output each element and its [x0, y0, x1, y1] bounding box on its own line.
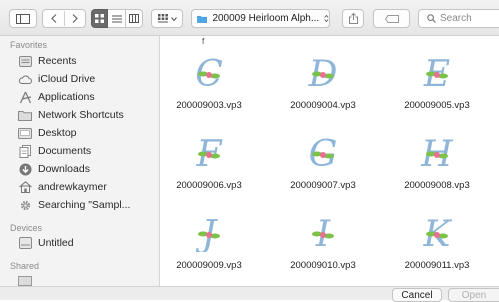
folder-icon	[18, 108, 32, 122]
share-icon	[348, 13, 358, 24]
file-item-f[interactable]: F 200009006.vp3	[164, 132, 254, 202]
shared-item-icon[interactable]	[18, 276, 32, 286]
dialog-button-bar: Cancel Open	[0, 286, 499, 302]
embroidery-thumbnail: H	[420, 134, 453, 172]
embroidery-thumbnail: G	[309, 134, 338, 172]
icon-view-button[interactable]	[91, 9, 108, 28]
sidebar-item-network-shortcuts[interactable]: Network Shortcuts	[18, 107, 124, 123]
tag-icon	[384, 14, 399, 23]
forward-button[interactable]	[64, 14, 85, 23]
file-name: 200009007.vp3	[290, 180, 356, 191]
desktop-folder-icon	[18, 126, 32, 140]
sidebar-item-label: iCloud Drive	[38, 73, 96, 85]
tags-button[interactable]	[373, 9, 410, 28]
sidebar-item-desktop[interactable]: Desktop	[18, 125, 77, 141]
sidebar-item-label: andrewkaymer	[38, 181, 107, 193]
sidebar-item-label: Documents	[38, 145, 92, 157]
search-field[interactable]: Search	[418, 9, 499, 28]
file-item-k[interactable]: K 200009011.vp3	[392, 212, 482, 282]
grid-arrange-icon	[157, 14, 168, 23]
sidebar-item-label: Downloads	[38, 163, 90, 175]
embroidery-thumbnail: D	[308, 54, 338, 92]
folder-icon	[197, 15, 208, 23]
file-item-d[interactable]: D 200009004.vp3	[278, 52, 368, 122]
favorites-heading: Favorites	[10, 40, 48, 50]
sidebar-item-recents[interactable]: Recents	[18, 53, 77, 69]
file-name: 200009009.vp3	[176, 260, 242, 271]
shared-heading: Shared	[10, 261, 40, 271]
downloads-icon	[18, 162, 32, 176]
home-icon	[18, 180, 32, 194]
file-name: 200009004.vp3	[290, 100, 356, 111]
sidebar-item-saved-search[interactable]: Searching "Sampl...	[18, 197, 130, 213]
path-popup-label: 200009 Heirloom Alph...	[212, 13, 320, 24]
path-popup[interactable]: 200009 Heirloom Alph...	[191, 9, 330, 28]
sidebar-item-label: Untitled	[38, 237, 74, 249]
sidebar-item-icloud-drive[interactable]: iCloud Drive	[18, 71, 95, 87]
sidebar-item-downloads[interactable]: Downloads	[18, 161, 90, 177]
embroidery-thumbnail: F	[196, 134, 224, 172]
column-view-button[interactable]	[126, 9, 143, 28]
file-item-h[interactable]: H 200009008.vp3	[392, 132, 482, 202]
file-browser: f C 200009003.vp3 D 200009004.vp3 E 2000…	[160, 36, 499, 286]
sidebar: Favorites Recents iCloud Drive Applicati…	[0, 36, 160, 286]
list-view-button[interactable]	[108, 9, 126, 28]
file-name: 200009005.vp3	[404, 100, 470, 111]
file-name: 200009006.vp3	[176, 180, 242, 191]
sidebar-item-label: Network Shortcuts	[38, 109, 124, 121]
file-name: 200009011.vp3	[404, 260, 470, 271]
column-view-icon	[129, 14, 139, 23]
embroidery-thumbnail: K	[423, 214, 453, 252]
search-placeholder: Search	[440, 13, 472, 24]
embroidery-thumbnail: I	[312, 214, 334, 252]
sidebar-icon	[16, 13, 30, 24]
embroidery-thumbnail: J	[195, 214, 220, 252]
applications-icon	[18, 90, 32, 104]
embroidery-thumbnail: C	[195, 54, 223, 92]
icon-view-icon	[95, 14, 104, 23]
top-partial-label: f	[202, 37, 205, 46]
chevron-right-icon	[72, 14, 78, 23]
sidebar-item-label: Recents	[38, 55, 77, 67]
gear-icon	[18, 198, 32, 212]
up-down-chevron-icon	[324, 14, 329, 23]
file-item-c[interactable]: C 200009003.vp3	[164, 52, 254, 122]
back-button[interactable]	[43, 14, 64, 23]
list-view-icon	[111, 15, 122, 22]
file-name: 200009008.vp3	[404, 180, 470, 191]
cloud-icon	[18, 72, 32, 86]
file-item-g[interactable]: G 200009007.vp3	[278, 132, 368, 202]
toolbar: 200009 Heirloom Alph... Search	[0, 0, 499, 36]
embroidery-thumbnail: E	[423, 54, 450, 92]
file-name: 200009003.vp3	[176, 100, 242, 111]
sidebar-item-label: Desktop	[38, 127, 77, 139]
sidebar-item-home[interactable]: andrewkaymer	[18, 179, 107, 195]
file-item-j[interactable]: J 200009009.vp3	[164, 212, 254, 282]
search-icon	[427, 14, 436, 23]
sidebar-toggle-button[interactable]	[9, 9, 37, 28]
sidebar-item-label: Applications	[38, 91, 95, 103]
arrange-button[interactable]	[151, 9, 183, 28]
share-button[interactable]	[342, 9, 364, 28]
file-name: 200009010.vp3	[290, 260, 356, 271]
back-forward-buttons	[42, 9, 86, 28]
documents-icon	[18, 144, 32, 158]
sidebar-item-untitled[interactable]: Untitled	[18, 235, 74, 251]
sidebar-item-label: Searching "Sampl...	[38, 199, 131, 211]
chevron-down-icon	[170, 16, 177, 21]
disk-icon	[18, 236, 32, 250]
sidebar-item-applications[interactable]: Applications	[18, 89, 95, 105]
file-item-e[interactable]: E 200009005.vp3	[392, 52, 482, 122]
file-item-i[interactable]: I 200009010.vp3	[278, 212, 368, 282]
devices-heading: Devices	[10, 223, 43, 233]
sidebar-item-documents[interactable]: Documents	[18, 143, 91, 159]
chevron-left-icon	[50, 14, 56, 23]
recents-icon	[18, 54, 32, 68]
